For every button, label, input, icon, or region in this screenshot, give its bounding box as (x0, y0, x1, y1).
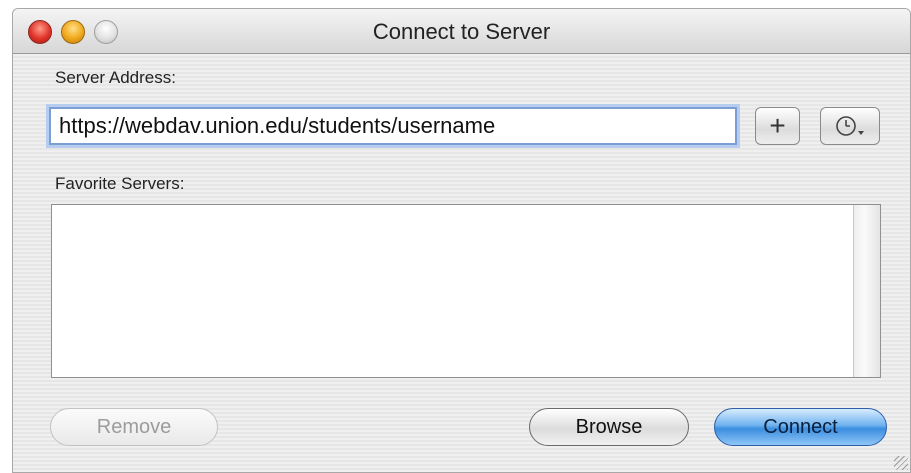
server-address-label: Server Address: (55, 68, 176, 87)
title-bar[interactable]: Connect to Server (13, 9, 910, 54)
favorites-scrollbar[interactable] (853, 205, 880, 377)
recent-servers-button[interactable] (820, 107, 880, 145)
connect-to-server-window: Connect to Server Server Address: + Favo… (12, 8, 911, 473)
server-address-input[interactable] (49, 107, 737, 145)
window-title: Connect to Server (372, 19, 551, 44)
remove-button[interactable]: Remove (50, 408, 218, 446)
clock-icon (836, 116, 864, 136)
connect-button[interactable]: Connect (714, 408, 887, 446)
favorite-servers-list[interactable] (51, 204, 881, 378)
browse-button[interactable]: Browse (529, 408, 689, 446)
add-favorite-button[interactable]: + (755, 107, 800, 145)
resize-grip[interactable] (894, 456, 908, 470)
favorite-servers-label: Favorite Servers: (55, 174, 185, 193)
